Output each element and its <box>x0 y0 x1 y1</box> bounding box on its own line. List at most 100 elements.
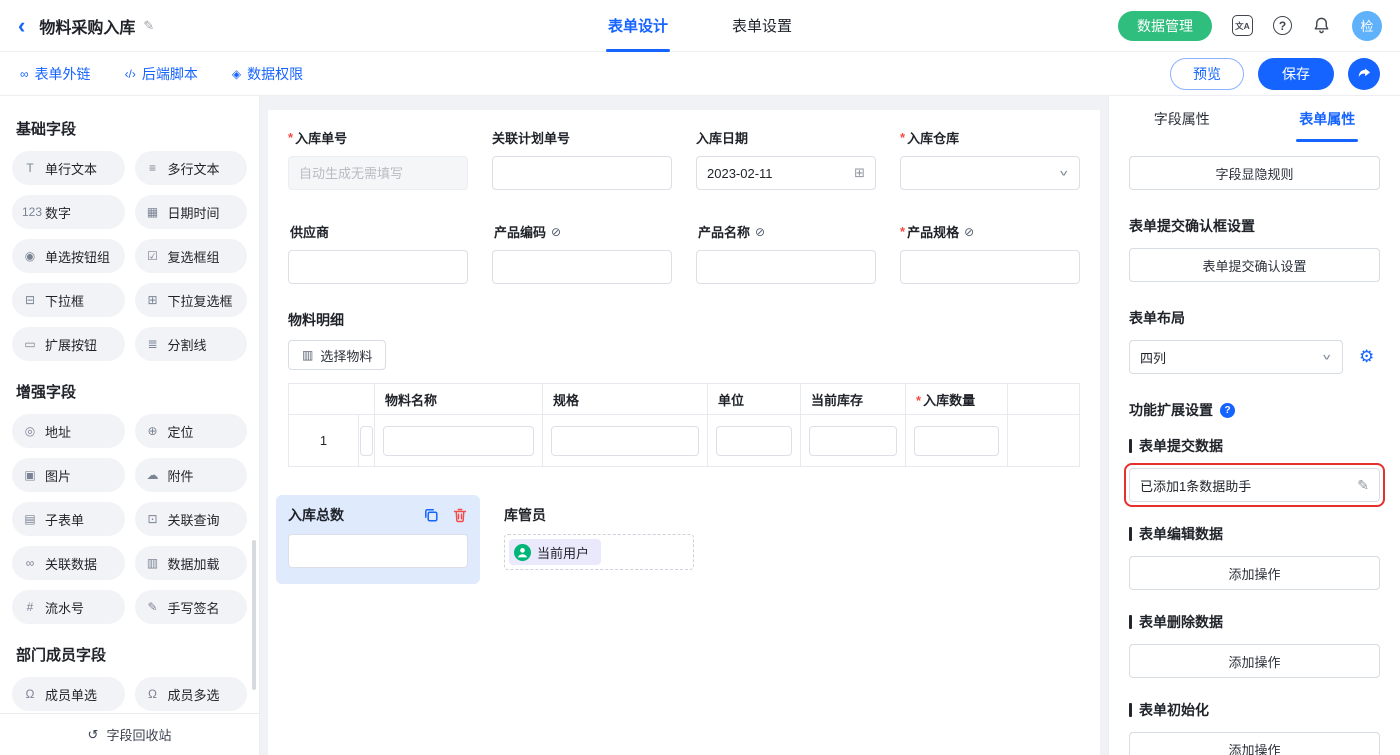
field-label: 入库仓库 <box>907 128 959 147</box>
field-type-icon: ☑ <box>145 249 161 263</box>
field-inbound-no[interactable]: *入库单号 <box>288 128 468 190</box>
top-header: ‹ 物料采购入库 ✎ 表单设计 表单设置 数据管理 文A ? 检 <box>0 0 1400 52</box>
sidebar-scrollbar[interactable] <box>252 540 256 690</box>
sidebar-field-item[interactable]: ⊟ 下拉框 <box>12 283 125 317</box>
section-bar <box>1129 439 1132 453</box>
notification-bell-icon[interactable] <box>1312 16 1332 36</box>
sidebar-field-item[interactable]: Ω 成员多选 <box>135 677 248 711</box>
help-icon[interactable]: ? <box>1273 16 1292 35</box>
section-bar <box>1129 615 1132 629</box>
add-action-button[interactable]: 添加操作 <box>1129 732 1380 755</box>
add-action-button[interactable]: 添加操作 <box>1129 556 1380 590</box>
sidebar-field-item[interactable]: ≡ 多行文本 <box>135 151 248 185</box>
unit-input[interactable] <box>716 426 792 456</box>
text-input[interactable] <box>492 250 672 284</box>
text-input[interactable] <box>288 250 468 284</box>
sidebar-field-item[interactable]: ▭ 扩展按钮 <box>12 327 125 361</box>
sidebar-field-item[interactable]: Ω 成员单选 <box>12 677 125 711</box>
gear-icon[interactable]: ⚙ <box>1359 347 1374 367</box>
form-field[interactable]: 产品编码 ⊘ <box>492 222 672 284</box>
field-label: 库管员 <box>504 505 694 525</box>
sidebar-field-item[interactable]: ☁ 附件 <box>135 458 248 492</box>
field-type-icon: ≣ <box>145 337 161 351</box>
tab-form-properties[interactable]: 表单属性 <box>1255 96 1400 142</box>
pick-material-button[interactable]: ▥ 选择物料 <box>288 340 386 370</box>
form-field[interactable]: * 产品规格 ⊘ <box>900 222 1080 284</box>
title-edit-icon[interactable]: ✎ <box>143 18 154 34</box>
enhanced-field-grid: ◎ 地址 ⊕ 定位 ▣ 图片 ☁ 附件 <box>12 414 247 624</box>
plan-no-input[interactable] <box>492 156 672 190</box>
sidebar-field-item[interactable]: ▤ 子表单 <box>12 502 125 536</box>
preview-button[interactable]: 预览 <box>1170 58 1244 90</box>
toolbar-actions: 预览 保存 <box>1170 58 1380 90</box>
backend-script-link[interactable]: ‹/› 后端脚本 <box>125 64 198 84</box>
selected-field-total[interactable]: 入库总数 <box>276 495 480 584</box>
current-user-tag[interactable]: 当前用户 <box>509 539 601 565</box>
save-button[interactable]: 保存 <box>1258 58 1334 90</box>
spec-input[interactable] <box>551 426 699 456</box>
field-plan-no[interactable]: 关联计划单号 <box>492 128 672 190</box>
edit-icon[interactable]: ✎ <box>1357 477 1369 494</box>
row-number: 1 <box>289 415 359 467</box>
date-input[interactable]: 2023-02-11 ⊞ <box>696 156 876 190</box>
avatar[interactable]: 检 <box>1352 11 1382 41</box>
back-icon[interactable]: ‹ <box>18 15 25 37</box>
warehouse-select[interactable]: ∨ <box>900 156 1080 190</box>
member-field-grid: Ω 成员单选 Ω 成员多选 <box>12 677 247 711</box>
field-warehouse[interactable]: *入库仓库 ∨ <box>900 128 1080 190</box>
member-input[interactable]: 当前用户 <box>504 534 694 570</box>
sidebar-field-item[interactable]: ≣ 分割线 <box>135 327 248 361</box>
data-manage-button[interactable]: 数据管理 <box>1118 11 1212 41</box>
data-permission-link[interactable]: ◈ 数据权限 <box>232 64 303 84</box>
inbound-no-input[interactable] <box>288 156 468 190</box>
share-button[interactable] <box>1348 58 1380 90</box>
section-label: 表单编辑数据 <box>1139 524 1223 544</box>
field-type-icon: 123 <box>22 205 38 219</box>
field-type-icon: T <box>22 161 38 175</box>
sidebar-field-item[interactable]: T 单行文本 <box>12 151 125 185</box>
question-icon[interactable]: ? <box>1220 403 1235 418</box>
field-visibility-rules-button[interactable]: 字段显隐规则 <box>1129 156 1380 190</box>
form-field[interactable]: 产品名称 ⊘ <box>696 222 876 284</box>
sidebar-field-item[interactable]: ⊕ 定位 <box>135 414 248 448</box>
copy-icon[interactable] <box>423 507 439 523</box>
sidebar-field-item[interactable]: ◉ 单选按钮组 <box>12 239 125 273</box>
current-stock-input[interactable] <box>809 426 897 456</box>
field-label: 产品编码 <box>494 222 546 241</box>
sidebar-field-item[interactable]: ⊞ 下拉复选框 <box>135 283 248 317</box>
form-external-link[interactable]: ∞ 表单外链 <box>20 64 91 84</box>
sidebar-field-item[interactable]: ▥ 数据加载 <box>135 546 248 580</box>
layout-select[interactable]: 四列 ∨ <box>1129 340 1343 374</box>
data-assistant-control[interactable]: 已添加1条数据助手 ✎ <box>1129 468 1380 502</box>
inbound-qty-input[interactable] <box>914 426 999 456</box>
material-name-input[interactable] <box>383 426 534 456</box>
sidebar-field-item[interactable]: ☑ 复选框组 <box>135 239 248 273</box>
sidebar-field-item[interactable]: ◎ 地址 <box>12 414 125 448</box>
sidebar-field-item[interactable]: 123 数字 <box>12 195 125 229</box>
sidebar-field-item[interactable]: # 流水号 <box>12 590 125 624</box>
form-designer: ‹ 物料采购入库 ✎ 表单设计 表单设置 数据管理 文A ? 检 ∞ 表单外链 <box>0 0 1400 755</box>
field-item-label: 关联查询 <box>168 510 220 529</box>
field-warehouse-keeper[interactable]: 库管员 当前用户 <box>504 495 694 584</box>
submit-confirm-button[interactable]: 表单提交确认设置 <box>1129 248 1380 282</box>
total-qty-input[interactable] <box>288 534 468 568</box>
sidebar-field-item[interactable]: ▦ 日期时间 <box>135 195 248 229</box>
field-item-label: 下拉复选框 <box>168 291 233 310</box>
field-inbound-date[interactable]: 入库日期 2023-02-11 ⊞ <box>696 128 876 190</box>
sidebar-field-item[interactable]: ✎ 手写签名 <box>135 590 248 624</box>
sidebar-field-item[interactable]: ▣ 图片 <box>12 458 125 492</box>
form-field[interactable]: 供应商 <box>288 222 468 284</box>
field-recycle-bin[interactable]: ↺ 字段回收站 <box>0 713 259 755</box>
tab-form-design[interactable]: 表单设计 <box>606 0 670 52</box>
text-input[interactable] <box>900 250 1080 284</box>
sidebar-field-item[interactable]: ⊡ 关联查询 <box>135 502 248 536</box>
sidebar-field-item[interactable]: ∞ 关联数据 <box>12 546 125 580</box>
add-action-button[interactable]: 添加操作 <box>1129 644 1380 678</box>
field-type-icon: ⊞ <box>145 293 161 307</box>
tab-form-settings[interactable]: 表单设置 <box>730 0 794 52</box>
translate-icon[interactable]: 文A <box>1232 15 1253 36</box>
text-input[interactable] <box>696 250 876 284</box>
trash-icon[interactable] <box>452 507 468 523</box>
tab-field-properties[interactable]: 字段属性 <box>1109 96 1255 142</box>
hidden-subcolumn-input[interactable] <box>360 426 373 456</box>
